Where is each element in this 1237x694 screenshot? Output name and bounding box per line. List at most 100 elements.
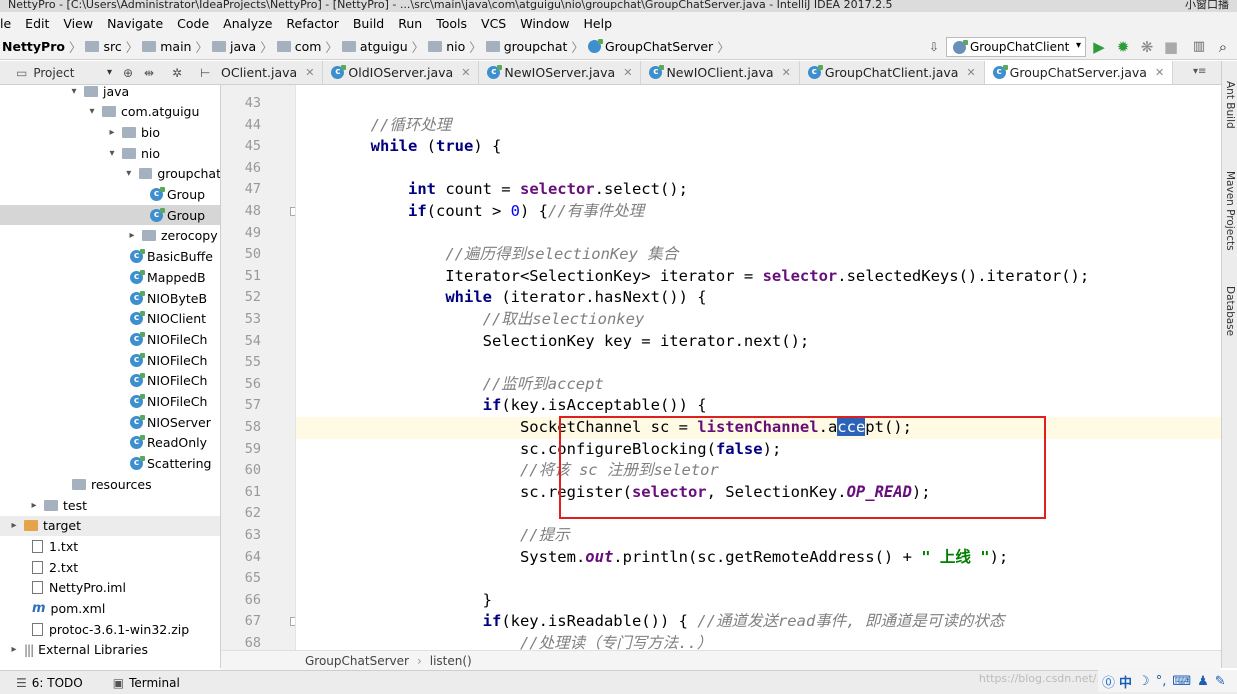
user-icon[interactable]: ♟ (1197, 674, 1209, 689)
breadcrumb-class[interactable]: GroupChatServer (305, 654, 409, 668)
code-line[interactable]: while (true) { (296, 136, 1221, 158)
code-line[interactable]: if(count > 0) {//有事件处理 (296, 201, 1221, 223)
breadcrumb-com[interactable]: com 〉 (276, 37, 338, 56)
editor-tab[interactable]: c OldIOServer.java ✕ (323, 61, 480, 84)
tree-item[interactable]: 2.txt (0, 557, 220, 577)
breadcrumb-main[interactable]: main 〉 (142, 37, 208, 56)
right-tool-database[interactable]: Database (1224, 286, 1236, 336)
expand-arrow-icon[interactable]: ▾ (123, 168, 135, 179)
tree-item[interactable]: m pom.xml (0, 599, 220, 619)
tree-item[interactable]: NettyPro.iml (0, 578, 220, 598)
gear-icon[interactable]: ✲ (172, 66, 182, 80)
editor-tab[interactable]: OClient.java ✕ (221, 61, 324, 84)
keyboard-icon[interactable]: ⌨ (1172, 674, 1191, 689)
code-line[interactable] (296, 223, 1221, 245)
expand-arrow-icon[interactable]: ▸ (126, 230, 138, 241)
tree-item[interactable]: c Scattering (0, 454, 220, 474)
menu-vcs[interactable]: VCS (481, 16, 506, 31)
tree-item[interactable]: c Group (0, 205, 220, 226)
breadcrumb-atguigu[interactable]: atguigu 〉 (341, 37, 424, 56)
code-line[interactable]: if(key.isAcceptable()) { (296, 395, 1221, 417)
expand-arrow-icon[interactable]: ▸ (106, 127, 118, 138)
tree-item[interactable]: c NIOFileCh (0, 350, 220, 370)
tree-item[interactable]: c MappedB (0, 267, 220, 287)
tree-item[interactable]: 1.txt (0, 536, 220, 556)
tree-item[interactable]: c NIOFileCh (0, 371, 220, 391)
menu-help[interactable]: Help (584, 16, 613, 31)
tree-item[interactable]: ▸ target (0, 515, 220, 536)
project-structure-icon[interactable]: ▥ (1190, 37, 1208, 57)
expand-arrow-icon[interactable]: ▸ (8, 520, 20, 531)
wrench-icon[interactable]: ✎ (1215, 674, 1226, 689)
ime-toolbar[interactable]: ⓪ 中 ☽ °, ⌨ ♟ ✎ (1098, 670, 1237, 692)
menu-window[interactable]: Window (520, 16, 569, 31)
tree-item[interactable]: ▸ test (0, 495, 220, 515)
tabs-menu-icon[interactable]: ▾≡ (1193, 66, 1206, 77)
expand-arrow-icon[interactable]: ▸ (28, 500, 40, 511)
code-line[interactable]: SelectionKey key = iterator.next(); (296, 331, 1221, 353)
tree-item[interactable]: resources (0, 474, 220, 494)
code-line[interactable] (296, 352, 1221, 374)
close-icon[interactable]: ✕ (305, 66, 314, 79)
tree-item[interactable]: ▾ com.atguigu (0, 102, 220, 122)
menu-navigate[interactable]: Navigate (107, 16, 163, 31)
project-panel-title[interactable]: Project (33, 66, 74, 80)
expand-arrow-icon[interactable]: ▾ (86, 106, 98, 117)
code-line[interactable]: //提示 (296, 525, 1221, 547)
tree-item[interactable]: ▸ zerocopy (0, 226, 220, 246)
tree-item[interactable]: c BasicBuffe (0, 247, 220, 267)
tree-item[interactable]: c NIOFileCh (0, 329, 220, 349)
code-editor[interactable]: //循环处理 while (true) { int count = select… (296, 85, 1221, 650)
menu-build[interactable]: Build (353, 16, 384, 31)
breadcrumb-method[interactable]: listen() (430, 654, 472, 668)
search-icon[interactable]: ⌕ (1214, 37, 1232, 57)
coverage-icon[interactable]: ❋ (1138, 37, 1156, 57)
build-icon[interactable]: ⇩ (925, 37, 943, 57)
tree-item[interactable]: c NIOServer (0, 412, 220, 432)
moon-icon[interactable]: ☽ (1138, 674, 1150, 689)
breadcrumb-groupchatserver[interactable]: GroupChatServer 〉 (587, 37, 730, 56)
run-icon[interactable]: ▶ (1090, 37, 1108, 57)
collapse-icon[interactable]: ⇹ (144, 66, 154, 80)
tree-item[interactable]: ▸ bio (0, 122, 220, 142)
close-icon[interactable]: ✕ (782, 66, 791, 79)
punctuation-icon[interactable]: °, (1156, 674, 1167, 689)
sync-icon[interactable]: ⊕ (123, 66, 133, 80)
close-icon[interactable]: ✕ (1155, 66, 1164, 79)
tree-item[interactable]: c Group (0, 185, 220, 205)
terminal-tool-button[interactable]: Terminal (129, 676, 180, 690)
editor-tab[interactable]: c GroupChatClient.java ✕ (800, 61, 985, 84)
tree-item[interactable]: ▸ ||| External Libraries (0, 640, 220, 660)
debug-icon[interactable]: ✹ (1114, 37, 1132, 57)
menu-view[interactable]: View (63, 16, 93, 31)
code-line[interactable]: //遍历得到selectionKey 集合 (296, 244, 1221, 266)
breadcrumb-groupchat[interactable]: groupchat 〉 (485, 37, 584, 56)
menu-analyze[interactable]: Analyze (223, 16, 272, 31)
tree-item[interactable]: protoc-3.6.1-win32.zip (0, 619, 220, 639)
run-configuration-select[interactable]: GroupChatClient ▾ (946, 37, 1086, 57)
code-line[interactable]: //取出selectionkey (296, 309, 1221, 331)
code-line[interactable] (296, 158, 1221, 180)
expand-arrow-icon[interactable]: ▾ (68, 86, 80, 97)
menu-code[interactable]: Code (177, 16, 209, 31)
code-line[interactable] (296, 568, 1221, 590)
code-line[interactable]: if(key.isReadable()) { //通道发送read事件, 即通道… (296, 611, 1221, 633)
tree-item[interactable]: c NIOFileCh (0, 392, 220, 412)
expand-arrow-icon[interactable]: ▸ (8, 644, 20, 655)
tree-item[interactable]: ▾ java (0, 85, 220, 101)
code-line[interactable] (296, 93, 1221, 115)
code-line[interactable]: System.out.println(sc.getRemoteAddress()… (296, 547, 1221, 569)
stop-icon[interactable]: ■ (1162, 37, 1180, 57)
code-line[interactable]: //监听到accept (296, 374, 1221, 396)
breadcrumb-java[interactable]: java 〉 (211, 37, 273, 56)
menu-refactor[interactable]: Refactor (286, 16, 338, 31)
todo-tool-button[interactable]: 6: TODO (32, 676, 83, 690)
tree-item[interactable]: ▾ nio (0, 143, 220, 163)
code-line[interactable]: //循环处理 (296, 115, 1221, 137)
tree-item[interactable]: c NIOByteB (0, 288, 220, 308)
close-icon[interactable]: ✕ (966, 66, 975, 79)
hide-icon[interactable]: ⊢ (200, 66, 210, 80)
tree-item[interactable]: c ReadOnly (0, 433, 220, 453)
editor-tab[interactable]: c NewIOClient.java ✕ (641, 61, 800, 84)
breadcrumb-src[interactable]: src 〉 (85, 37, 138, 56)
